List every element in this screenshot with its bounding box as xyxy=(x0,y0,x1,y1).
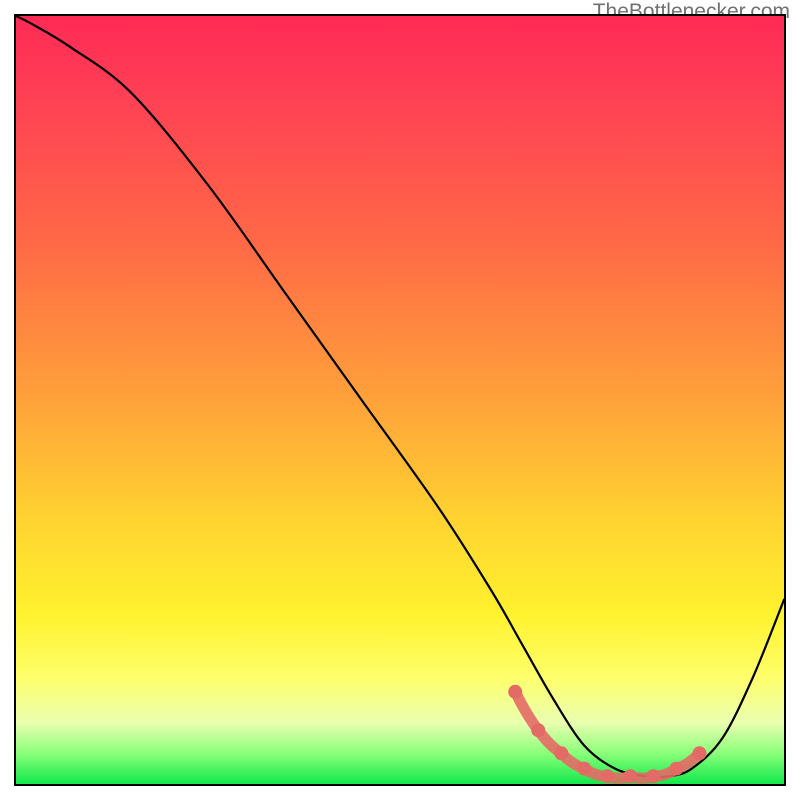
benchmark-marker xyxy=(623,769,637,783)
chart-frame xyxy=(14,14,786,786)
benchmark-markers-group xyxy=(508,685,706,784)
bottleneck-curve-path xyxy=(16,16,784,777)
benchmark-marker xyxy=(646,769,660,783)
benchmark-marker xyxy=(670,762,684,776)
benchmark-marker xyxy=(508,685,522,699)
benchmark-marker xyxy=(554,746,568,760)
benchmark-marker xyxy=(600,769,614,783)
benchmark-marker xyxy=(531,723,545,737)
benchmark-marker xyxy=(577,762,591,776)
chart-svg xyxy=(16,16,784,784)
benchmark-marker xyxy=(693,746,707,760)
